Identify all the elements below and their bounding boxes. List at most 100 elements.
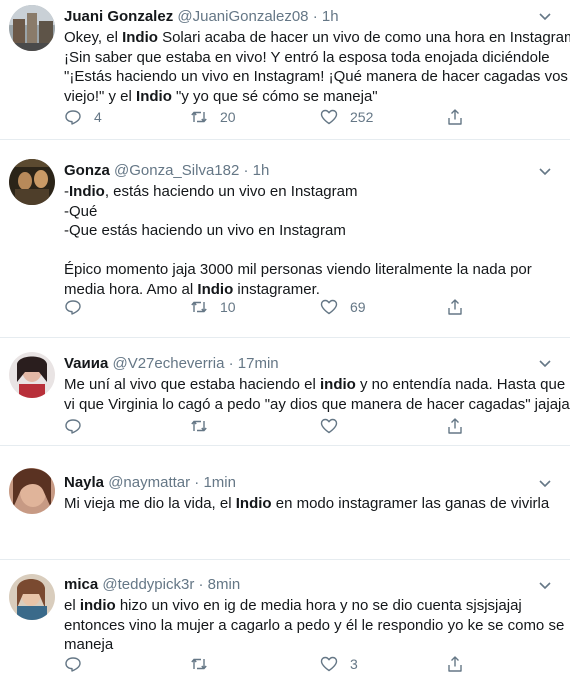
author-name[interactable]: Juani Gonzalez xyxy=(64,8,173,25)
highlighted-keyword: indio xyxy=(79,597,116,614)
share-button[interactable] xyxy=(446,654,464,674)
tweet-text-line: "¡Estás haciendo un vivo en Instagram! ¡… xyxy=(64,67,568,87)
text-segment: el xyxy=(64,597,80,614)
like-count: 252 xyxy=(350,109,374,125)
retweet-count: 20 xyxy=(220,109,236,125)
reply-count: 4 xyxy=(94,109,102,125)
author-handle[interactable]: @naymattar xyxy=(108,474,190,491)
share-icon xyxy=(448,299,462,315)
avatar[interactable] xyxy=(9,352,55,398)
tweet[interactable]: Juani Gonzalez @JuaniGonzalez08 · 1h Oke… xyxy=(0,0,570,140)
text-segment: en modo instagramer las ganas de vivirla xyxy=(271,495,550,512)
share-button[interactable] xyxy=(446,416,464,436)
author-handle[interactable]: @teddypick3r xyxy=(102,576,194,593)
timestamp[interactable]: 1h xyxy=(322,8,339,25)
text-segment: media hora. Amo al xyxy=(64,280,198,298)
reply-button[interactable] xyxy=(64,416,94,436)
like-count: 69 xyxy=(350,299,366,315)
tweet-text-line: ¡Sin saber que estaba en vivo! Y entró l… xyxy=(64,48,550,68)
timestamp[interactable]: 17min xyxy=(238,355,279,372)
reply-button[interactable]: 4 xyxy=(64,107,102,127)
highlighted-keyword: Indio xyxy=(197,280,234,298)
text-segment: , estás haciendo un vivo en Instagram xyxy=(104,183,358,200)
text-segment: "y yo que sé cómo se maneja" xyxy=(171,87,378,105)
tweet-text-line: Me uní al vivo que estaba haciendo el in… xyxy=(64,375,565,395)
heart-icon xyxy=(320,109,338,125)
reply-button[interactable] xyxy=(64,654,94,674)
retweet-icon xyxy=(191,658,207,670)
author-handle[interactable]: @Gonza_Silva182 xyxy=(114,162,239,179)
retweet-button[interactable] xyxy=(190,416,220,436)
highlighted-keyword: Indio xyxy=(69,183,105,200)
chevron-down-icon[interactable] xyxy=(538,164,552,178)
like-button[interactable] xyxy=(320,416,350,436)
avatar[interactable] xyxy=(9,574,55,620)
timestamp[interactable]: 1min xyxy=(203,474,236,491)
author-name[interactable]: Gonza xyxy=(64,162,110,179)
share-button[interactable] xyxy=(446,107,464,127)
avatar[interactable] xyxy=(9,5,55,51)
highlighted-keyword: indio xyxy=(320,376,356,393)
retweet-button[interactable]: 20 xyxy=(190,107,236,127)
like-button[interactable]: 252 xyxy=(320,107,373,127)
retweet-button[interactable]: 10 xyxy=(190,297,236,317)
avatar[interactable] xyxy=(9,468,55,514)
tweet-text: Me uní al vivo que estaba haciendo el in… xyxy=(64,375,570,414)
separator-dot: · xyxy=(228,355,234,372)
highlighted-keyword: Indio xyxy=(235,495,272,512)
tweet-feed: Juani Gonzalez @JuaniGonzalez08 · 1h Oke… xyxy=(0,0,570,674)
avatar[interactable] xyxy=(9,159,55,205)
tweet-text-line: -Que estás haciendo un vivo en Instagram xyxy=(64,221,546,241)
tweet[interactable]: mica @teddypick3r · 8min el indio hizo u… xyxy=(0,560,570,674)
like-button[interactable]: 69 xyxy=(320,297,366,317)
chevron-down-icon[interactable] xyxy=(538,578,552,592)
tweet-text-line: entonces vino la mujer a cagarlo a pedo … xyxy=(64,616,564,636)
tweet-text-line: Okey, el Indio Solari acaba de hacer un … xyxy=(64,28,570,48)
tweet-header: Nayla @naymattar · 1min xyxy=(64,473,546,492)
tweet-text-line xyxy=(64,241,546,261)
text-segment: -Qué xyxy=(64,202,98,220)
retweet-count: 10 xyxy=(220,299,236,315)
tweet-text-line: Mi vieja me dio la vida, el Indio en mod… xyxy=(64,494,549,514)
tweet[interactable]: Vaииa @V27echeverria · 17min Me uní al v… xyxy=(0,338,570,446)
share-button[interactable] xyxy=(446,297,464,317)
author-name[interactable]: Vaииa xyxy=(64,355,108,372)
like-button[interactable]: 3 xyxy=(320,654,358,674)
share-icon xyxy=(448,656,462,672)
text-segment: Okey, el xyxy=(64,29,123,46)
chevron-down-icon[interactable] xyxy=(538,476,552,490)
author-handle[interactable]: @JuaniGonzalez08 xyxy=(177,8,308,25)
tweet-text-line: Épico momento jaja 3000 mil personas vie… xyxy=(64,260,546,280)
timestamp[interactable]: 1h xyxy=(253,162,270,179)
share-icon xyxy=(448,418,462,434)
separator-dot: · xyxy=(194,474,200,491)
tweet-text-line: maneja xyxy=(64,635,546,655)
retweet-icon xyxy=(191,420,207,432)
text-segment: Me uní al vivo que estaba haciendo el xyxy=(64,376,321,393)
tweet[interactable]: Gonza @Gonza_Silva182 · 1h -Indio, estás… xyxy=(0,140,570,338)
tweet-text-line: -Indio, estás haciendo un vivo en Instag… xyxy=(64,182,546,202)
text-segment: instagramer. xyxy=(233,280,320,298)
reply-button[interactable] xyxy=(64,297,94,317)
chevron-down-icon[interactable] xyxy=(538,9,552,23)
highlighted-keyword: Indio xyxy=(136,87,172,105)
tweet-actions: 10 69 xyxy=(64,297,484,317)
author-name[interactable]: Nayla xyxy=(64,474,104,491)
tweet[interactable]: Nayla @naymattar · 1min Mi vieja me dio … xyxy=(0,446,570,560)
retweet-icon xyxy=(191,301,207,313)
author-handle[interactable]: @V27echeverria xyxy=(112,355,224,372)
timestamp[interactable]: 8min xyxy=(208,576,241,593)
highlighted-keyword: Indio xyxy=(122,29,158,46)
text-segment: entonces vino la mujer a cagarlo a pedo … xyxy=(64,616,565,634)
heart-icon xyxy=(320,418,338,434)
tweet-text-line: viejo!" y el Indio "y yo que sé cómo se … xyxy=(64,87,546,107)
retweet-button[interactable] xyxy=(190,654,220,674)
tweet-text: Okey, el Indio Solari acaba de hacer un … xyxy=(64,28,570,107)
reply-icon xyxy=(65,657,81,672)
chevron-down-icon[interactable] xyxy=(538,356,552,370)
tweet-text: Mi vieja me dio la vida, el Indio en mod… xyxy=(64,494,549,514)
retweet-icon xyxy=(191,111,207,123)
tweet-header: Vaииa @V27echeverria · 17min xyxy=(64,354,546,373)
author-name[interactable]: mica xyxy=(64,576,98,593)
tweet-text-line: el indio hizo un vivo en ig de media hor… xyxy=(64,596,546,616)
